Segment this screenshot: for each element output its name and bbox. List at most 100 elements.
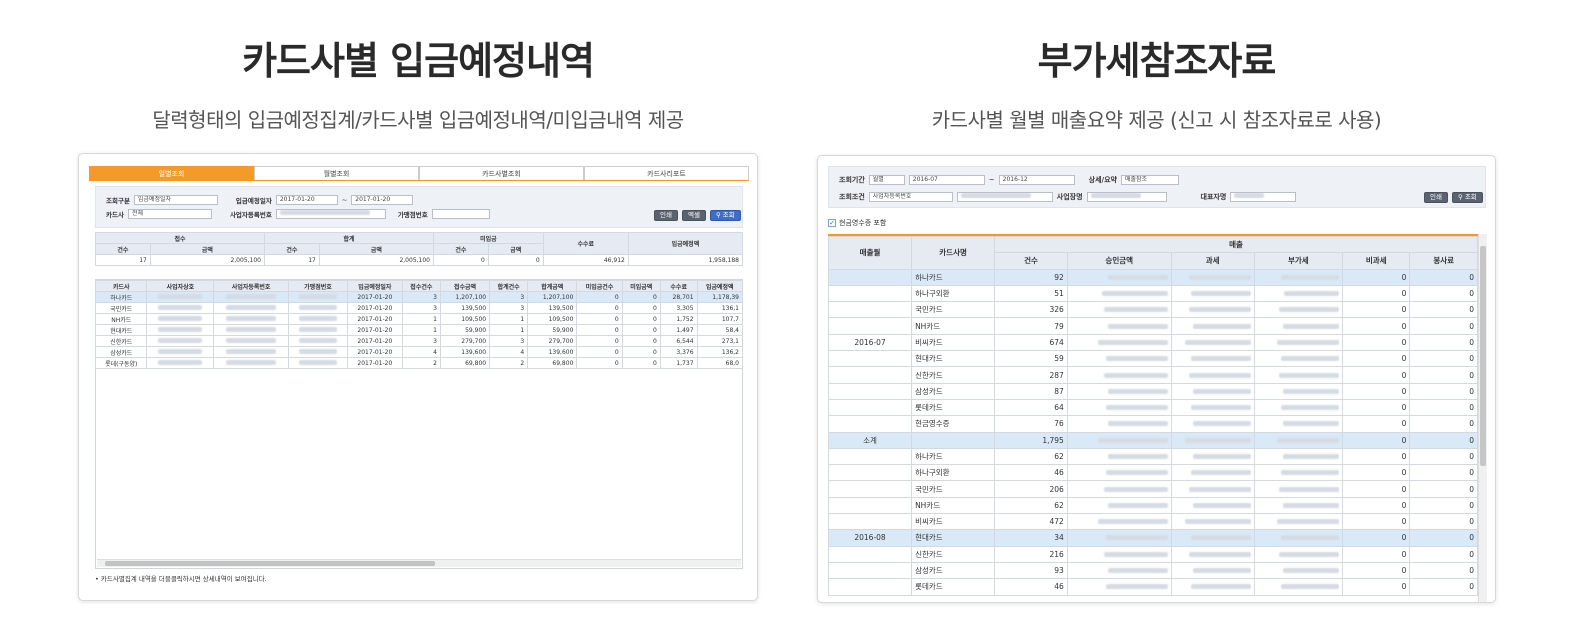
- period-from-input[interactable]: 2016-07: [908, 175, 985, 185]
- print-button[interactable]: 인쇄: [654, 209, 678, 221]
- masked-value: [1103, 486, 1168, 492]
- search-button-label: 조회: [722, 210, 735, 219]
- scroll-thumb[interactable]: [105, 561, 435, 566]
- table-cell: 3,376: [659, 346, 698, 358]
- table-row[interactable]: NH카드 79 0 0: [828, 317, 1478, 335]
- type-select[interactable]: 입금예정일자: [133, 195, 218, 205]
- period-to-input[interactable]: 2016-12: [998, 175, 1075, 185]
- search-button[interactable]: ⚲ 조회: [709, 209, 741, 221]
- cash-receipt-toggle[interactable]: ✓ 현금영수증 포함: [828, 218, 886, 228]
- table-cell: 76: [994, 415, 1068, 433]
- table-row[interactable]: 신한카드 287 0 0: [828, 366, 1478, 384]
- table-row[interactable]: 2016-08 현대카드 34 0 0: [828, 529, 1478, 547]
- table-cell: 2016-07: [828, 333, 913, 352]
- masked-cell: [1170, 561, 1255, 580]
- scroll-thumb[interactable]: [1480, 246, 1486, 466]
- masked-cell: [1170, 480, 1255, 498]
- masked-value: [1105, 584, 1168, 590]
- print-button[interactable]: 인쇄: [1424, 191, 1448, 203]
- masked-value: [226, 337, 277, 343]
- masked-value: [1107, 454, 1168, 459]
- table-row[interactable]: 2016-07 비씨카드 674 0 0: [828, 333, 1478, 352]
- table-row[interactable]: 신한카드 216 0 0: [828, 545, 1478, 563]
- biz-name-input[interactable]: [1086, 192, 1167, 202]
- table-row[interactable]: 롯데카드 64 0 0: [828, 398, 1478, 417]
- table-row[interactable]: 국민카드 326 0 0: [828, 301, 1478, 319]
- card-select[interactable]: 전체: [127, 209, 212, 219]
- detail-label: 상세/요약: [1088, 176, 1117, 184]
- tab-by-card[interactable]: 카드사별조회: [419, 166, 584, 180]
- table-cell: 0: [1341, 464, 1411, 482]
- merchant-input[interactable]: [431, 209, 490, 219]
- table-cell: [828, 350, 913, 368]
- excel-button[interactable]: 엑셀: [681, 209, 706, 221]
- condition-label: 조회조건: [839, 193, 865, 201]
- search-icon: ⚲: [1457, 192, 1463, 201]
- table-row[interactable]: 하나카드 62 0 0: [828, 447, 1478, 466]
- masked-cell: [1066, 496, 1172, 515]
- search-button[interactable]: ⚲ 조회: [1451, 191, 1483, 203]
- table-row[interactable]: 하나구외환 51 0 0: [828, 284, 1478, 303]
- type-label: 조회구분: [106, 197, 130, 205]
- table-cell: 삼성카드: [94, 346, 148, 358]
- grid-note: • 카드사별집계 내역을 더블클릭하시면 상세내역이 보여집니다.: [95, 575, 267, 583]
- table-row[interactable]: 국민카드 206 0 0: [828, 480, 1478, 498]
- masked-value: [1282, 454, 1339, 459]
- tab-daily[interactable]: 일별조회: [89, 166, 254, 180]
- table-cell: 0: [1409, 301, 1478, 319]
- biz-number-select[interactable]: [956, 192, 1053, 202]
- table-cell: 0: [1341, 382, 1411, 400]
- checkbox-checked-icon[interactable]: ✓: [828, 219, 836, 227]
- table-cell: 0: [1341, 447, 1411, 466]
- masked-cell: [1170, 447, 1255, 466]
- vertical-scrollbar[interactable]: [1478, 234, 1487, 602]
- search-button-label: 조회: [1464, 192, 1477, 201]
- biz-number-select[interactable]: [275, 209, 386, 219]
- table-cell: 0: [576, 335, 623, 347]
- table-cell: 2017-01-20: [346, 357, 403, 369]
- masked-cell: [1170, 464, 1255, 482]
- tab-card-report[interactable]: 카드사리포트: [584, 166, 749, 180]
- table-cell: [911, 431, 996, 449]
- tab-monthly[interactable]: 월별조회: [254, 166, 419, 180]
- table-row[interactable]: 삼성카드 87 0 0: [828, 382, 1478, 400]
- table-row[interactable]: 현금영수증 76 0 0: [828, 415, 1478, 433]
- table-row[interactable]: NH카드 2017-01-20 1 109,500 1 109,500 0 0 1,752 107…: [94, 313, 744, 325]
- condition-select[interactable]: 사업자등록번호: [868, 192, 953, 202]
- table-row[interactable]: 현대카드 2017-01-20 1 59,900 1 59,900 0 0 1,497 58,4: [94, 324, 744, 336]
- masked-value: [1280, 274, 1339, 280]
- table-row[interactable]: 하나카드 92 0 0: [828, 268, 1478, 286]
- table-row[interactable]: 비씨카드 472 0 0: [828, 513, 1478, 531]
- table-cell: 롯데카드: [911, 398, 996, 417]
- masked-value: [1190, 356, 1251, 362]
- period-unit-select[interactable]: 월별: [868, 175, 905, 185]
- masked-value: [1188, 274, 1251, 280]
- horizontal-scrollbar[interactable]: [97, 559, 741, 567]
- table-row[interactable]: 현대카드 59 0 0: [828, 350, 1478, 368]
- table-cell: 0: [1409, 284, 1478, 303]
- masked-cell: [1170, 284, 1255, 303]
- table-row[interactable]: 삼성카드 2017-01-20 4 139,600 4 139,600 0 0 3,376 136…: [94, 346, 744, 358]
- table-row[interactable]: 롯데(구동양) 2017-01-20 2 69,800 2 69,800 0 0 1,737 68…: [94, 357, 744, 369]
- table-row[interactable]: 소계 1,795 0 0: [828, 431, 1478, 449]
- table-row[interactable]: 하나카드 2017-01-20 3 1,207,100 3 1,207,100 0 0 28,7…: [94, 291, 744, 303]
- table-row[interactable]: NH카드 62 0 0: [828, 496, 1478, 515]
- ceo-name-input[interactable]: [1230, 192, 1297, 202]
- masked-cell: [1066, 545, 1172, 563]
- table-row[interactable]: 신한카드 2017-01-20 3 279,700 3 279,700 0 0 6,544 273…: [94, 335, 744, 347]
- detail-select[interactable]: 매출참조: [1120, 175, 1179, 185]
- table-cell: 신한카드: [911, 545, 996, 563]
- masked-cell: [1066, 578, 1172, 596]
- table-row[interactable]: 국민카드 2017-01-20 3 139,500 3 139,500 0 0 3,305 136…: [94, 302, 744, 314]
- masked-value: [226, 326, 277, 332]
- masked-cell: [1253, 578, 1343, 596]
- masked-cell: [213, 324, 289, 336]
- table-row[interactable]: 하나구외환 46 0 0: [828, 464, 1478, 482]
- table-row[interactable]: 롯데카드 46 0 0: [828, 578, 1478, 596]
- table-row[interactable]: 삼성카드 93 0 0: [828, 561, 1478, 580]
- summary-sub-count: 건수: [264, 243, 320, 255]
- date-from-input[interactable]: 2017-01-20: [275, 195, 338, 205]
- date-to-input[interactable]: 2017-01-20: [351, 195, 414, 205]
- summary-sub-count: 건수: [95, 243, 151, 255]
- masked-cell: [1066, 447, 1172, 466]
